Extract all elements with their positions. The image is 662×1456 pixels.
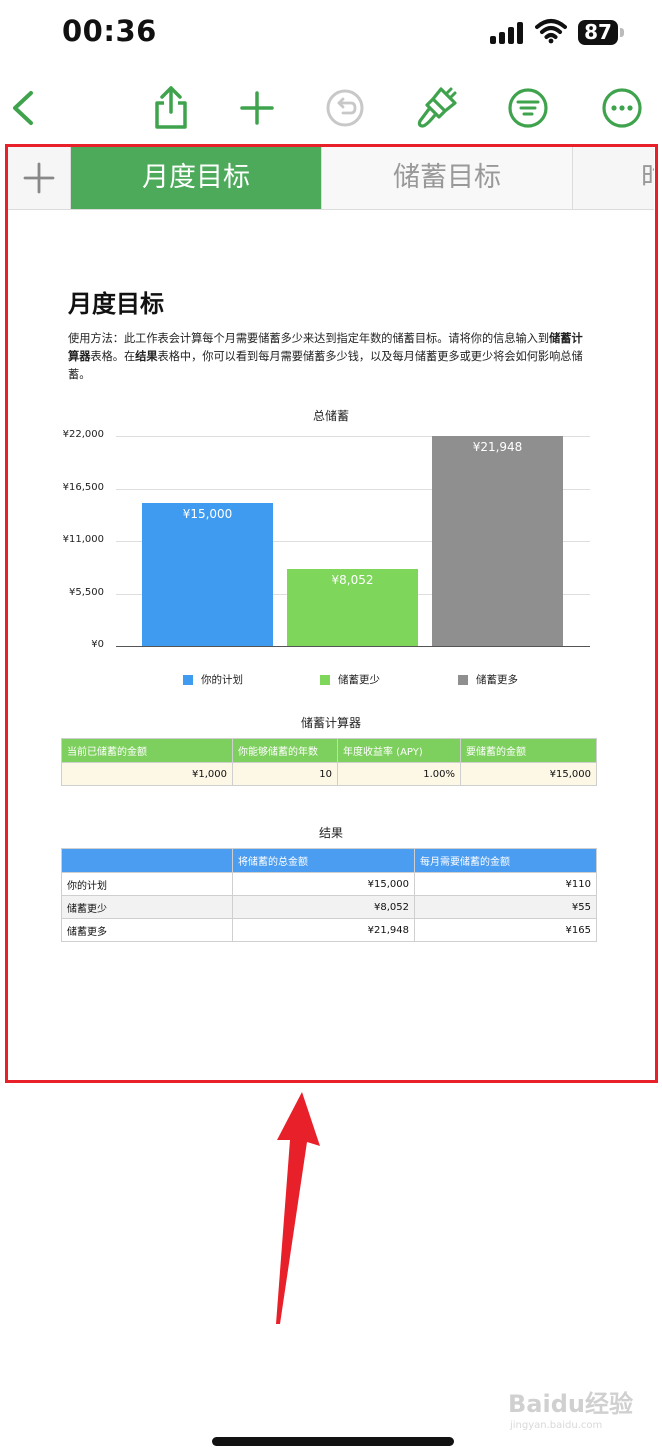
add-button[interactable] — [235, 86, 279, 130]
filter-icon — [508, 88, 548, 128]
chevron-left-icon — [13, 91, 33, 125]
watermark-url: jingyan.baidu.com — [510, 1420, 603, 1431]
watermark-logo: Baidu经验 — [508, 1390, 633, 1418]
more-button[interactable] — [600, 86, 644, 130]
share-button[interactable] — [149, 86, 193, 130]
cellular-signal-icon — [490, 22, 524, 44]
red-arrow-annotation — [276, 1092, 320, 1324]
back-button[interactable] — [0, 86, 44, 130]
battery-tip — [620, 28, 624, 37]
status-time: 00:36 — [62, 14, 157, 48]
more-icon — [602, 88, 642, 128]
format-button[interactable] — [415, 86, 459, 130]
share-icon — [155, 86, 187, 129]
battery-indicator: 87 — [578, 20, 618, 45]
organize-button[interactable] — [506, 86, 550, 130]
paintbrush-icon — [417, 87, 457, 128]
highlight-box — [5, 144, 658, 1083]
wifi-icon — [535, 19, 567, 44]
plus-icon — [240, 91, 274, 125]
home-indicator[interactable] — [212, 1437, 454, 1446]
undo-icon — [326, 89, 364, 127]
undo-button[interactable] — [323, 86, 367, 130]
